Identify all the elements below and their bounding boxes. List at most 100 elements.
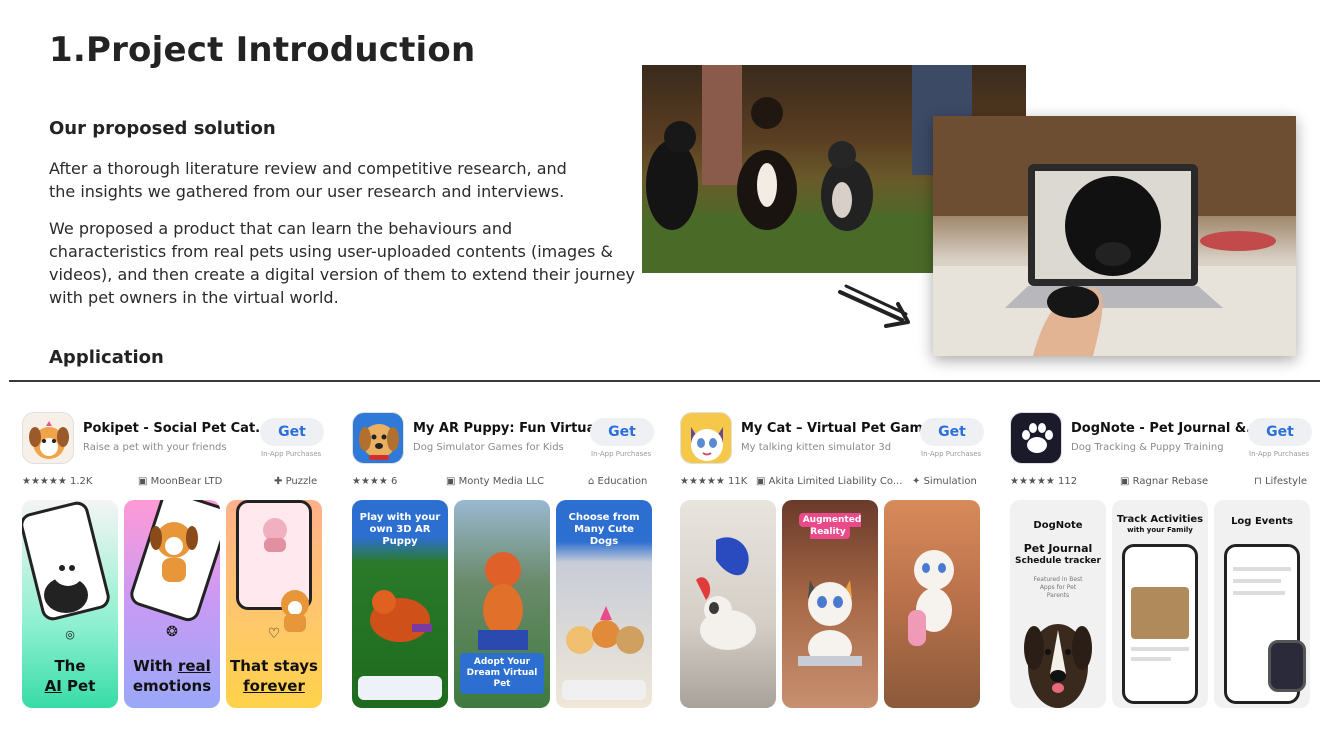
- puppy-illustration: [370, 590, 432, 642]
- app-card-pokipet[interactable]: Pokipet - Social Pet Cat... Raise a pet …: [22, 400, 326, 712]
- developer: ▣ Monty Media LLC: [446, 476, 544, 487]
- paragraph-line: the insights we gathered from our user r…: [49, 182, 565, 201]
- screenshot[interactable]: ❂ With real emotions: [124, 500, 220, 708]
- puppy-illustration: [478, 552, 528, 650]
- app-subtitle: My talking kitten simulator 3d: [741, 442, 892, 453]
- get-button[interactable]: Get: [1248, 418, 1312, 446]
- cat-illustration: [798, 580, 862, 666]
- app-name[interactable]: My AR Puppy: Fun Virtual...: [413, 421, 615, 436]
- screenshot[interactable]: Adopt Your Dream Virtual Pet: [454, 500, 550, 708]
- paragraph-line: with pet owners in the virtual world.: [49, 288, 339, 307]
- stroller-icon: ⊓: [1254, 476, 1265, 487]
- get-button[interactable]: Get: [920, 418, 984, 446]
- caption-forever: forever: [243, 677, 305, 695]
- app-card-my-ar-puppy[interactable]: My AR Puppy: Fun Virtual... Dog Simulato…: [352, 400, 656, 712]
- developer-icon: ▣: [756, 476, 769, 487]
- app-name[interactable]: DogNote - Pet Journal &...: [1071, 421, 1261, 436]
- app-subtitle: Dog Simulator Games for Kids: [413, 442, 564, 453]
- screenshot-strip[interactable]: DogNote Pet Journal Schedule tracker Fea…: [1010, 500, 1310, 708]
- cat-illustration: [696, 537, 756, 650]
- solution-paragraph-1: After a thorough literature review and c…: [49, 157, 639, 203]
- featured-badge: Featured in Best Apps for Pet Parents: [1033, 576, 1083, 599]
- cat-illustration: [44, 554, 88, 613]
- app-card-my-cat[interactable]: My Cat – Virtual Pet Games My talking ki…: [680, 400, 986, 712]
- action-bar[interactable]: [562, 680, 646, 700]
- graduation-cap-icon: ⌂: [588, 476, 598, 487]
- category: ✦ Simulation: [912, 476, 977, 487]
- screenshot[interactable]: Play with your own 3D AR Puppy: [352, 500, 448, 708]
- screenshot[interactable]: ♡ That stays forever: [226, 500, 322, 708]
- rating: ★★★★★ 112: [1010, 476, 1078, 487]
- list-line: [1233, 567, 1291, 571]
- screenshot-caption: Choose from Many Cute Dogs: [568, 512, 640, 547]
- developer-name: Ragnar Rebase: [1132, 476, 1209, 487]
- list-line: [1131, 647, 1189, 651]
- app-card-dognote[interactable]: DogNote - Pet Journal &... Dog Tracking …: [1010, 400, 1316, 712]
- in-app-purchases-label: In-App Purchases: [261, 450, 322, 458]
- developer: ▣ Ragnar Rebase: [1120, 476, 1208, 487]
- heart-icon: ♡: [267, 626, 281, 642]
- cat-illustration: [908, 550, 954, 646]
- app-name[interactable]: Pokipet - Social Pet Cat...: [83, 421, 270, 436]
- dognote-app-icon[interactable]: [1010, 412, 1062, 464]
- screenshot-caption: The AI Pet: [22, 656, 118, 696]
- get-button[interactable]: Get: [260, 418, 324, 446]
- puzzle-icon: ✚: [274, 476, 286, 487]
- developer-name: Monty Media LLC: [458, 476, 545, 487]
- developer-icon: ▣: [138, 476, 151, 487]
- screenshot-title: Log Events: [1231, 516, 1293, 527]
- category: ⊓ Lifestyle: [1254, 476, 1307, 487]
- in-app-purchases-label: In-App Purchases: [591, 450, 652, 458]
- developer-icon: ▣: [1120, 476, 1133, 487]
- ar-puppy-app-icon[interactable]: [352, 412, 404, 464]
- screenshot[interactable]: [680, 500, 776, 708]
- screenshot-strip[interactable]: Augmented Reality: [680, 500, 980, 708]
- app-subtitle: Raise a pet with your friends: [83, 442, 227, 453]
- developer-name: Akita Limited Liability Co...: [768, 476, 903, 487]
- screenshot[interactable]: [884, 500, 980, 708]
- screenshot[interactable]: DogNote Pet Journal Schedule tracker Fea…: [1010, 500, 1106, 708]
- solution-heading: Our proposed solution: [49, 118, 276, 139]
- phone-mockup: [1122, 544, 1198, 704]
- in-app-purchases-label: In-App Purchases: [921, 450, 982, 458]
- simulation-icon: ✦: [912, 476, 924, 487]
- screenshot[interactable]: Augmented Reality: [782, 500, 878, 708]
- screenshot-caption: Adopt Your Dream Virtual Pet: [460, 653, 544, 694]
- list-line: [1233, 591, 1285, 595]
- paragraph-line: videos), and then create a digital versi…: [49, 265, 635, 284]
- screenshot[interactable]: Choose from Many Cute Dogs: [556, 500, 652, 708]
- puppy-illustration: [150, 522, 198, 582]
- screenshot-strip[interactable]: Play with your own 3D AR Puppy Adopt You…: [352, 500, 652, 708]
- watch-mockup: [1268, 640, 1306, 692]
- caption-pet: Pet: [67, 677, 96, 695]
- category: ⌂ Education: [588, 476, 647, 487]
- developer-icon: ▣: [446, 476, 459, 487]
- my-cat-app-icon[interactable]: [680, 412, 732, 464]
- caption-the: The: [54, 657, 86, 675]
- screenshot-strip[interactable]: ◎ The AI Pet ❂ With real emotions ♡ That s…: [22, 500, 322, 708]
- screenshot-caption: Play with your own 3D AR Puppy: [359, 512, 441, 547]
- app-name[interactable]: My Cat – Virtual Pet Games: [741, 421, 940, 436]
- caption-real: real: [177, 657, 211, 675]
- in-app-purchases-label: In-App Purchases: [1249, 450, 1310, 458]
- paw-icon: [1022, 423, 1053, 453]
- screenshot[interactable]: ◎ The AI Pet: [22, 500, 118, 708]
- caption-ai: AI: [44, 677, 62, 695]
- screenshot-title: Track Activities: [1116, 514, 1204, 525]
- screenshot-title: Pet Journal: [1023, 542, 1093, 555]
- get-button[interactable]: Get: [590, 418, 654, 446]
- page-title: 1.Project Introduction: [49, 30, 476, 70]
- screenshot-caption: That stays forever: [226, 656, 322, 696]
- screenshot-subtitle: Schedule tracker: [1015, 556, 1101, 566]
- paragraph-line: We proposed a product that can learn the…: [49, 219, 513, 238]
- screenshot[interactable]: Log Events: [1214, 500, 1310, 708]
- dog-photo: [1131, 587, 1189, 639]
- rating: ★★★★ 6: [352, 476, 398, 487]
- dog-portrait: [1024, 624, 1092, 708]
- action-bar[interactable]: [358, 676, 442, 700]
- developer: ▣ MoonBear LTD: [138, 476, 222, 487]
- application-heading: Application: [49, 347, 164, 368]
- rating: ★★★★★ 1.2K: [22, 476, 93, 487]
- pokipet-app-icon[interactable]: [22, 412, 74, 464]
- screenshot[interactable]: Track Activities with your Family: [1112, 500, 1208, 708]
